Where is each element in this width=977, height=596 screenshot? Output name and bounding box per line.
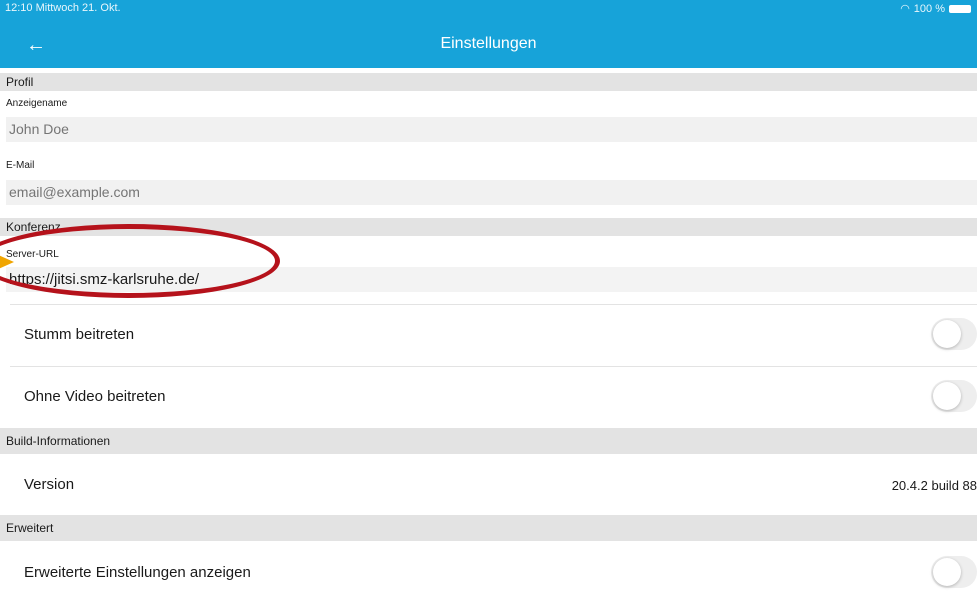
page-title: Einstellungen: [440, 35, 537, 52]
join-no-video-label: Ohne Video beitreten: [24, 388, 166, 405]
email-field[interactable]: [6, 180, 977, 205]
join-muted-label: Stumm beitreten: [24, 326, 135, 343]
wifi-icon: ◠: [900, 3, 910, 15]
version-label: Version: [24, 476, 75, 493]
divider: [10, 366, 977, 367]
status-time: 12:10 Mittwoch 21. Okt.: [5, 2, 121, 14]
toggle-knob: [933, 320, 961, 348]
section-header-advanced: Erweitert: [0, 515, 977, 541]
toggle-knob: [933, 382, 961, 410]
join-muted-toggle[interactable]: [931, 318, 977, 350]
pointer-arrow-icon: [0, 254, 14, 270]
show-advanced-toggle[interactable]: [931, 556, 977, 588]
battery-icon: [949, 4, 971, 13]
section-header-build-info: Build-Informationen: [0, 428, 977, 454]
battery-percent: 100 %: [913, 2, 945, 15]
show-advanced-label: Erweiterte Einstellungen anzeigen: [24, 564, 251, 581]
email-label: E-Mail: [6, 160, 35, 171]
display-name-field[interactable]: [6, 117, 977, 142]
status-indicators: ◠ 100 %: [900, 2, 971, 15]
section-header-profile: Profil: [0, 73, 977, 91]
toggle-knob: [933, 558, 961, 586]
join-no-video-toggle[interactable]: [931, 380, 977, 412]
display-name-label: Anzeigename: [6, 98, 68, 109]
divider: [10, 304, 977, 305]
version-value: 20.4.2 build 88: [891, 478, 977, 493]
app-bar: [0, 0, 977, 68]
